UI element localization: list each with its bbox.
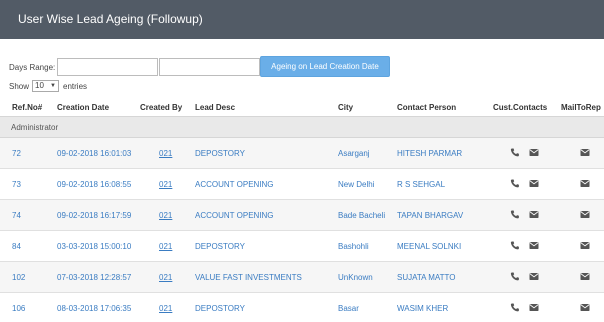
- contact-person: WASIM KHER: [397, 304, 449, 313]
- column-header-contact-person[interactable]: Contact Person: [397, 103, 456, 112]
- mail-icon[interactable]: [529, 303, 539, 312]
- creation-date: 03-03-2018 15:00:10: [57, 242, 132, 251]
- creation-date: 08-03-2018 17:06:35: [57, 304, 132, 313]
- created-by-link[interactable]: 021: [159, 242, 172, 251]
- city: Bade Bacheli: [338, 211, 386, 220]
- ref-link[interactable]: 74: [12, 211, 21, 220]
- lead-desc: ACCOUNT OPENING: [195, 211, 274, 220]
- entries-select[interactable]: 10 ▼: [32, 80, 59, 92]
- group-label: Administrator: [11, 123, 59, 132]
- created-by-link[interactable]: 021: [159, 211, 172, 220]
- lead-desc: ACCOUNT OPENING: [195, 180, 274, 189]
- days-range-label: Days Range:: [9, 63, 56, 72]
- phone-icon[interactable]: [510, 241, 520, 250]
- mail-icon[interactable]: [529, 179, 539, 188]
- table-header-row: Ref.No# Creation Date Created By Lead De…: [0, 97, 604, 117]
- created-by-link[interactable]: 021: [159, 304, 172, 313]
- ref-link[interactable]: 73: [12, 180, 21, 189]
- mail-to-rep-icon[interactable]: [580, 148, 590, 157]
- column-header-lead-desc[interactable]: Lead Desc: [195, 103, 235, 112]
- show-label: Show: [9, 82, 30, 91]
- table-row: 84 03-03-2018 15:00:10 021 DEPOSTORY Bas…: [0, 231, 604, 262]
- phone-icon[interactable]: [510, 210, 520, 219]
- column-header-mail-to-rep[interactable]: MailToRep: [561, 103, 601, 112]
- city: New Delhi: [338, 180, 375, 189]
- phone-icon[interactable]: [510, 303, 520, 312]
- days-range-from-input[interactable]: [57, 58, 158, 76]
- days-range-to-input[interactable]: [159, 58, 260, 76]
- ref-link[interactable]: 106: [12, 304, 25, 313]
- created-by-link[interactable]: 021: [159, 273, 172, 282]
- contact-person: TAPAN BHARGAV: [397, 211, 464, 220]
- city: Asarganj: [338, 149, 370, 158]
- mail-to-rep-icon[interactable]: [580, 179, 590, 188]
- mail-icon[interactable]: [529, 148, 539, 157]
- ref-link[interactable]: 84: [12, 242, 21, 251]
- filter-bar: Days Range: Ageing on Lead Creation Date: [9, 56, 599, 80]
- entries-select-value: 10: [35, 81, 44, 90]
- lead-desc: VALUE FAST INVESTMENTS: [195, 273, 302, 282]
- lead-desc: DEPOSTORY: [195, 242, 245, 251]
- mail-to-rep-icon[interactable]: [580, 272, 590, 281]
- creation-date: 09-02-2018 16:08:55: [57, 180, 132, 189]
- phone-icon[interactable]: [510, 148, 520, 157]
- mail-to-rep-icon[interactable]: [580, 303, 590, 312]
- lead-desc: DEPOSTORY: [195, 304, 245, 313]
- phone-icon[interactable]: [510, 179, 520, 188]
- page-header: User Wise Lead Ageing (Followup): [0, 0, 604, 39]
- column-header-cust-contacts[interactable]: Cust.Contacts: [493, 103, 547, 112]
- contact-person: R S SEHGAL: [397, 180, 446, 189]
- mail-icon[interactable]: [529, 272, 539, 281]
- table-body: 72 09-02-2018 16:01:03 021 DEPOSTORY Asa…: [0, 138, 604, 322]
- contact-person: MEENAL SOLNKI: [397, 242, 462, 251]
- contact-person: SUJATA MATTO: [397, 273, 456, 282]
- lead-ageing-table: Ref.No# Creation Date Created By Lead De…: [0, 97, 604, 322]
- table-row: 106 08-03-2018 17:06:35 021 DEPOSTORY Ba…: [0, 293, 604, 322]
- created-by-link[interactable]: 021: [159, 180, 172, 189]
- page-title: User Wise Lead Ageing (Followup): [18, 12, 203, 26]
- table-row: 102 07-03-2018 12:28:57 021 VALUE FAST I…: [0, 262, 604, 293]
- mail-to-rep-icon[interactable]: [580, 210, 590, 219]
- table-row: 73 09-02-2018 16:08:55 021 ACCOUNT OPENI…: [0, 169, 604, 200]
- created-by-link[interactable]: 021: [159, 149, 172, 158]
- column-header-ref[interactable]: Ref.No#: [12, 103, 42, 112]
- chevron-down-icon: ▼: [50, 83, 56, 89]
- city: Basar: [338, 304, 359, 313]
- ref-link[interactable]: 102: [12, 273, 25, 282]
- ref-link[interactable]: 72: [12, 149, 21, 158]
- column-header-city[interactable]: City: [338, 103, 353, 112]
- contact-person: HITESH PARMAR: [397, 149, 463, 158]
- table-row: 74 09-02-2018 16:17:59 021 ACCOUNT OPENI…: [0, 200, 604, 231]
- column-header-creation-date[interactable]: Creation Date: [57, 103, 109, 112]
- ageing-on-creation-date-button[interactable]: Ageing on Lead Creation Date: [260, 56, 390, 77]
- city: Bashohli: [338, 242, 369, 251]
- column-header-created-by[interactable]: Created By: [140, 103, 182, 112]
- entries-label: entries: [63, 82, 88, 91]
- table-row: 72 09-02-2018 16:01:03 021 DEPOSTORY Asa…: [0, 138, 604, 169]
- creation-date: 09-02-2018 16:17:59: [57, 211, 132, 220]
- creation-date: 09-02-2018 16:01:03: [57, 149, 132, 158]
- group-row: Administrator: [0, 117, 604, 138]
- city: UnKnown: [338, 273, 373, 282]
- mail-to-rep-icon[interactable]: [580, 241, 590, 250]
- phone-icon[interactable]: [510, 272, 520, 281]
- mail-icon[interactable]: [529, 241, 539, 250]
- lead-desc: DEPOSTORY: [195, 149, 245, 158]
- mail-icon[interactable]: [529, 210, 539, 219]
- creation-date: 07-03-2018 12:28:57: [57, 273, 132, 282]
